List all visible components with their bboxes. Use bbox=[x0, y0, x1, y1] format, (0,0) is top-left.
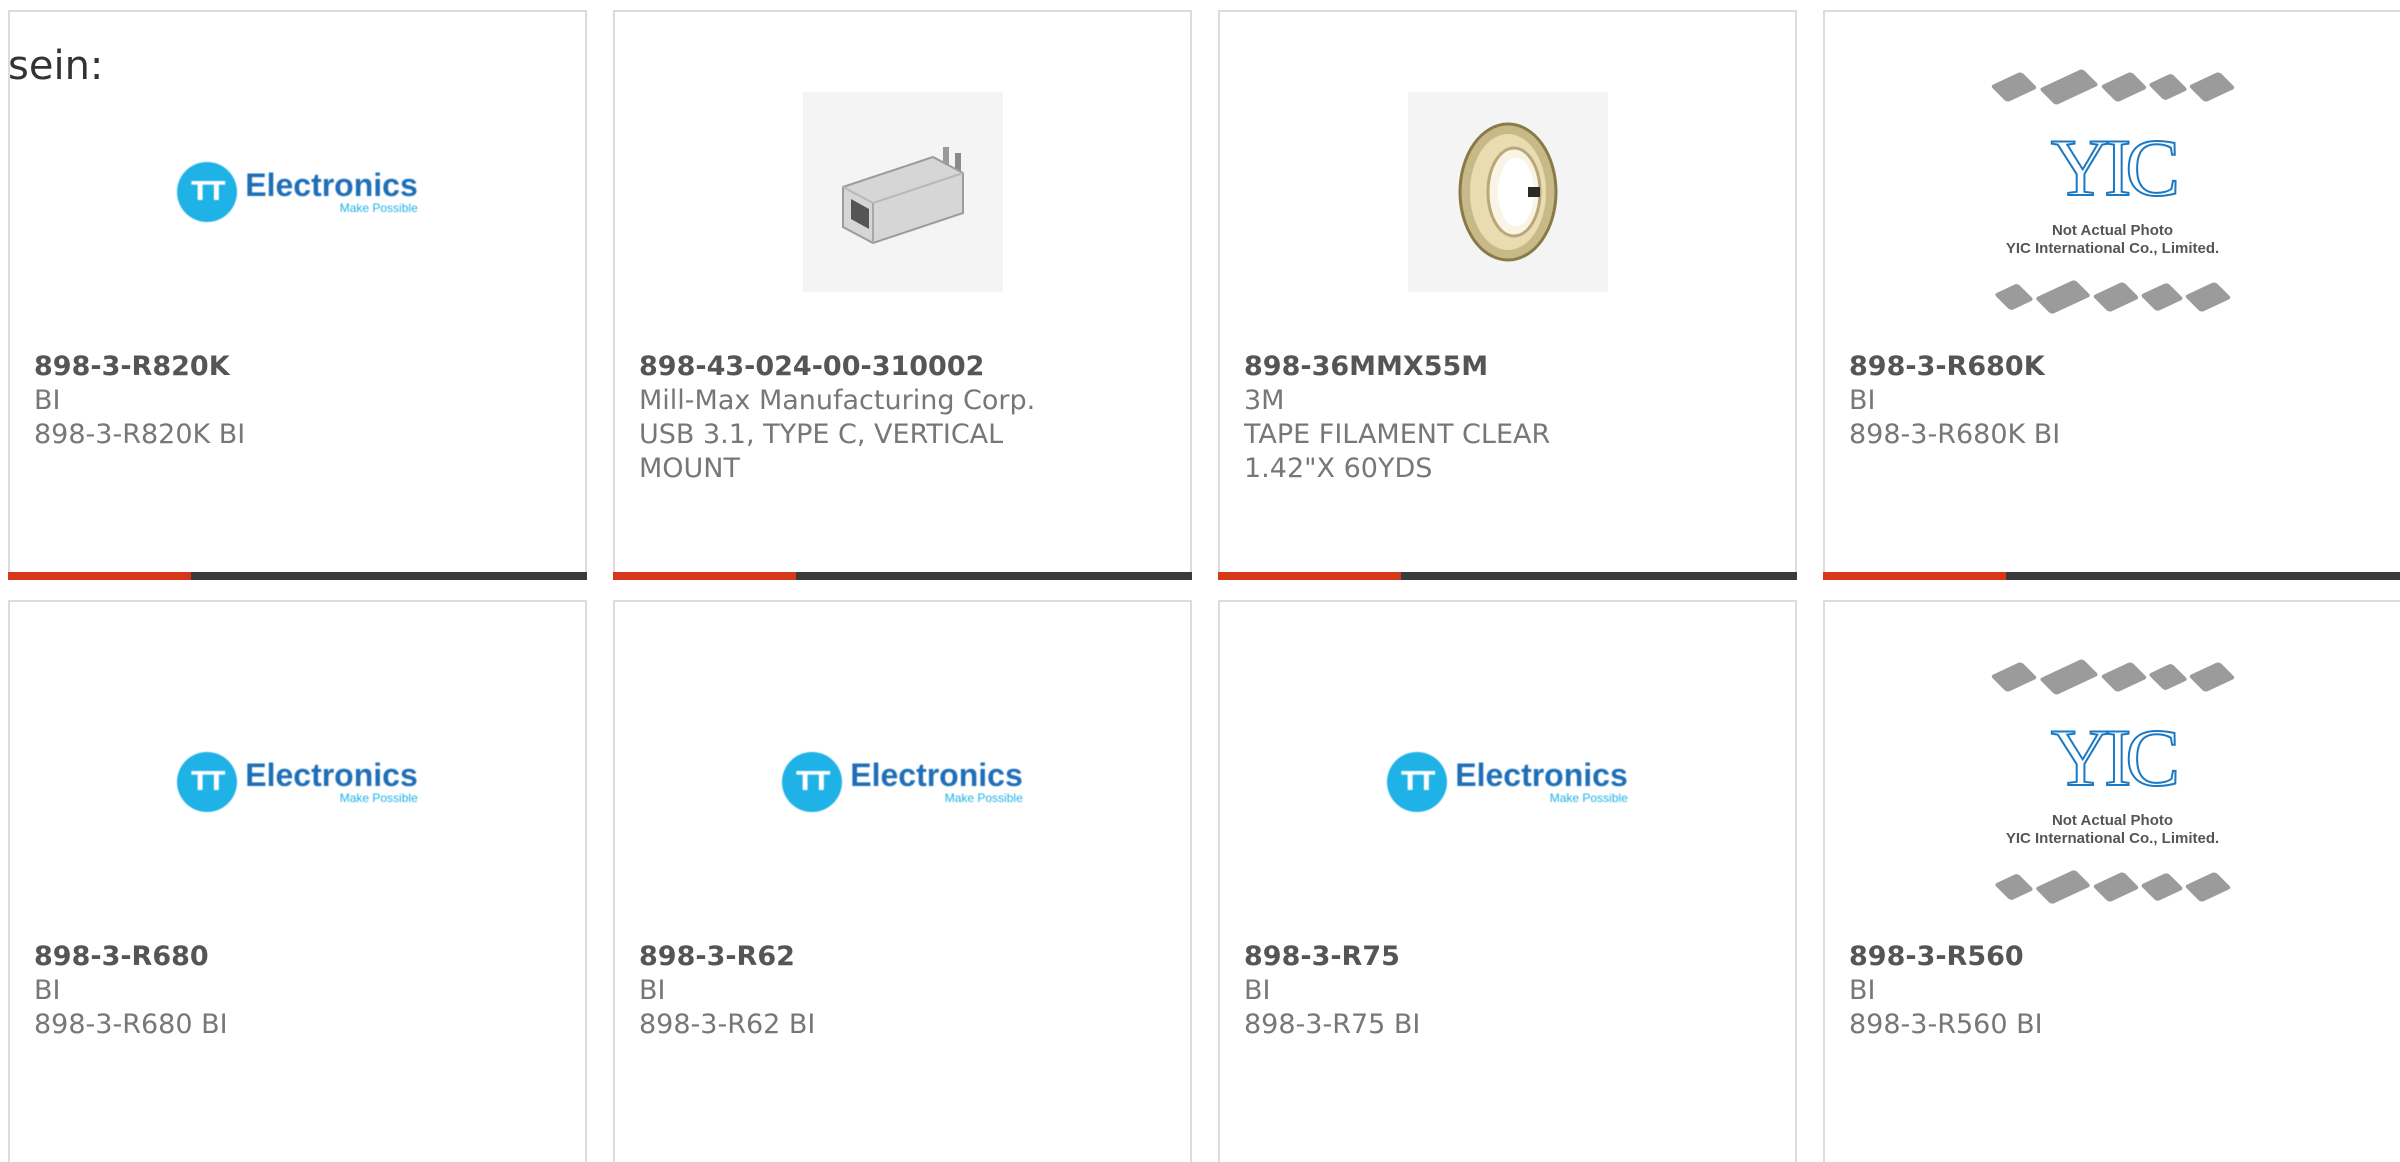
product-info: 898-3-R560 BI 898-3-R560 BI bbox=[1849, 940, 2376, 1042]
tt-logo-mark: TT bbox=[177, 752, 238, 812]
product-card[interactable]: TT Electronics Make Possible 898-3-R62 BI… bbox=[613, 600, 1192, 1162]
product-image[interactable]: TT Electronics Make Possible bbox=[10, 672, 585, 892]
product-info: 898-3-R75 BI 898-3-R75 BI bbox=[1244, 940, 1771, 1042]
tt-electronics-logo: TT Electronics Make Possible bbox=[782, 752, 1023, 812]
card-footer-accent bbox=[1218, 572, 1401, 580]
product-info: 898-3-R680K BI 898-3-R680K BI bbox=[1849, 350, 2376, 452]
tt-logo-tagline: Make Possible bbox=[339, 201, 418, 215]
part-number[interactable]: 898-3-R680K bbox=[1849, 350, 2376, 384]
description: 898-3-R560 BI bbox=[1849, 1009, 2043, 1040]
manufacturer: BI bbox=[1244, 975, 1271, 1006]
card-footer-bar bbox=[8, 572, 587, 580]
part-number[interactable]: 898-3-R680 bbox=[34, 940, 561, 974]
card-footer-bar bbox=[1218, 572, 1797, 580]
tt-electronics-logo: TT Electronics Make Possible bbox=[177, 162, 418, 222]
description: 898-3-R75 BI bbox=[1244, 1009, 1421, 1040]
part-number[interactable]: 898-3-R62 bbox=[639, 940, 1166, 974]
product-info: 898-43-024-00-310002 Mill-Max Manufacturi… bbox=[639, 350, 1166, 486]
description: TAPE FILAMENT CLEAR 1.42"X 60YDS bbox=[1244, 419, 1551, 484]
manufacturer: BI bbox=[1849, 975, 1876, 1006]
tt-logo-mark: TT bbox=[177, 162, 238, 222]
chip-icons-top bbox=[1978, 68, 2248, 106]
manufacturer: Mill-Max Manufacturing Corp. bbox=[639, 385, 1036, 416]
card-footer-accent bbox=[1823, 572, 2006, 580]
tt-logo-mark: TT bbox=[1387, 752, 1448, 812]
tt-logo-name: Electronics bbox=[1455, 757, 1628, 793]
yic-logo-mark: YIC bbox=[2050, 122, 2181, 213]
description: USB 3.1, TYPE C, VERTICAL MOUNT bbox=[639, 419, 1004, 484]
tt-logo-mark: TT bbox=[782, 752, 843, 812]
product-info: 898-3-R820K BI 898-3-R820K BI bbox=[34, 350, 561, 452]
yic-caption: Not Actual Photo YIC International Co., … bbox=[2005, 812, 2220, 847]
manufacturer: BI bbox=[639, 975, 666, 1006]
part-number[interactable]: 898-3-R560 bbox=[1849, 940, 2376, 974]
product-card[interactable]: 898-36MMX55M 3M TAPE FILAMENT CLEAR 1.42"X… bbox=[1218, 10, 1797, 580]
product-card[interactable]: YIC Not Actual Photo YIC International C… bbox=[1823, 600, 2400, 1162]
part-number[interactable]: 898-3-R75 bbox=[1244, 940, 1771, 974]
card-footer-accent bbox=[8, 572, 191, 580]
product-image[interactable] bbox=[1220, 82, 1795, 302]
card-footer-bar bbox=[613, 572, 1192, 580]
description: 898-3-R680 BI bbox=[34, 1009, 228, 1040]
product-listing-page: sein: TT Electronics Make Possible 898-3… bbox=[0, 0, 2400, 1162]
product-image[interactable]: TT Electronics Make Possible bbox=[615, 672, 1190, 892]
product-info: 898-3-R62 BI 898-3-R62 BI bbox=[639, 940, 1166, 1042]
manufacturer: BI bbox=[34, 975, 61, 1006]
tt-electronics-logo: TT Electronics Make Possible bbox=[1387, 752, 1628, 812]
product-grid: TT Electronics Make Possible 898-3-R820K… bbox=[8, 10, 2400, 1162]
chip-icons-bottom bbox=[1978, 279, 2248, 315]
tt-electronics-logo: TT Electronics Make Possible bbox=[177, 752, 418, 812]
description: 898-3-R680K BI bbox=[1849, 419, 2061, 450]
tt-logo-tagline: Make Possible bbox=[944, 791, 1023, 805]
product-image[interactable]: YIC Not Actual Photo YIC International C… bbox=[1825, 68, 2400, 315]
tt-logo-name: Electronics bbox=[245, 757, 418, 793]
part-number[interactable]: 898-3-R820K bbox=[34, 350, 561, 384]
yic-logo-mark: YIC bbox=[2050, 712, 2181, 803]
product-card[interactable]: 898-43-024-00-310002 Mill-Max Manufacturi… bbox=[613, 10, 1192, 580]
tt-logo-name: Electronics bbox=[850, 757, 1023, 793]
part-number[interactable]: 898-43-024-00-310002 bbox=[639, 350, 1166, 384]
card-footer-accent bbox=[613, 572, 796, 580]
tape-roll-photo bbox=[1407, 92, 1608, 292]
yic-placeholder-image: YIC Not Actual Photo YIC International C… bbox=[1978, 658, 2248, 905]
yic-caption: Not Actual Photo YIC International Co., … bbox=[2005, 222, 2220, 257]
product-image[interactable] bbox=[615, 82, 1190, 302]
product-card[interactable]: TT Electronics Make Possible 898-3-R680 B… bbox=[8, 600, 587, 1162]
tt-logo-name: Electronics bbox=[245, 167, 418, 203]
description: 898-3-R62 BI bbox=[639, 1009, 816, 1040]
product-card[interactable]: TT Electronics Make Possible 898-3-R75 BI… bbox=[1218, 600, 1797, 1162]
description: 898-3-R820K BI bbox=[34, 419, 246, 450]
product-image[interactable]: TT Electronics Make Possible bbox=[10, 82, 585, 302]
product-card[interactable]: YIC Not Actual Photo YIC International C… bbox=[1823, 10, 2400, 580]
yic-placeholder-image: YIC Not Actual Photo YIC International C… bbox=[1978, 68, 2248, 315]
product-image[interactable]: TT Electronics Make Possible bbox=[1220, 672, 1795, 892]
product-card[interactable]: TT Electronics Make Possible 898-3-R820K… bbox=[8, 10, 587, 580]
product-image[interactable]: YIC Not Actual Photo YIC International C… bbox=[1825, 658, 2400, 905]
usb-c-connector-photo bbox=[802, 92, 1003, 292]
manufacturer: BI bbox=[34, 385, 61, 416]
chip-icons-top bbox=[1978, 658, 2248, 696]
manufacturer: 3M bbox=[1244, 385, 1285, 416]
product-info: 898-3-R680 BI 898-3-R680 BI bbox=[34, 940, 561, 1042]
part-number[interactable]: 898-36MMX55M bbox=[1244, 350, 1771, 384]
chip-icons-bottom bbox=[1978, 869, 2248, 905]
product-info: 898-36MMX55M 3M TAPE FILAMENT CLEAR 1.42"X… bbox=[1244, 350, 1771, 486]
card-footer-bar bbox=[1823, 572, 2400, 580]
tt-logo-tagline: Make Possible bbox=[1549, 791, 1628, 805]
intro-text: sein: bbox=[8, 43, 104, 89]
tt-logo-tagline: Make Possible bbox=[339, 791, 418, 805]
manufacturer: BI bbox=[1849, 385, 1876, 416]
